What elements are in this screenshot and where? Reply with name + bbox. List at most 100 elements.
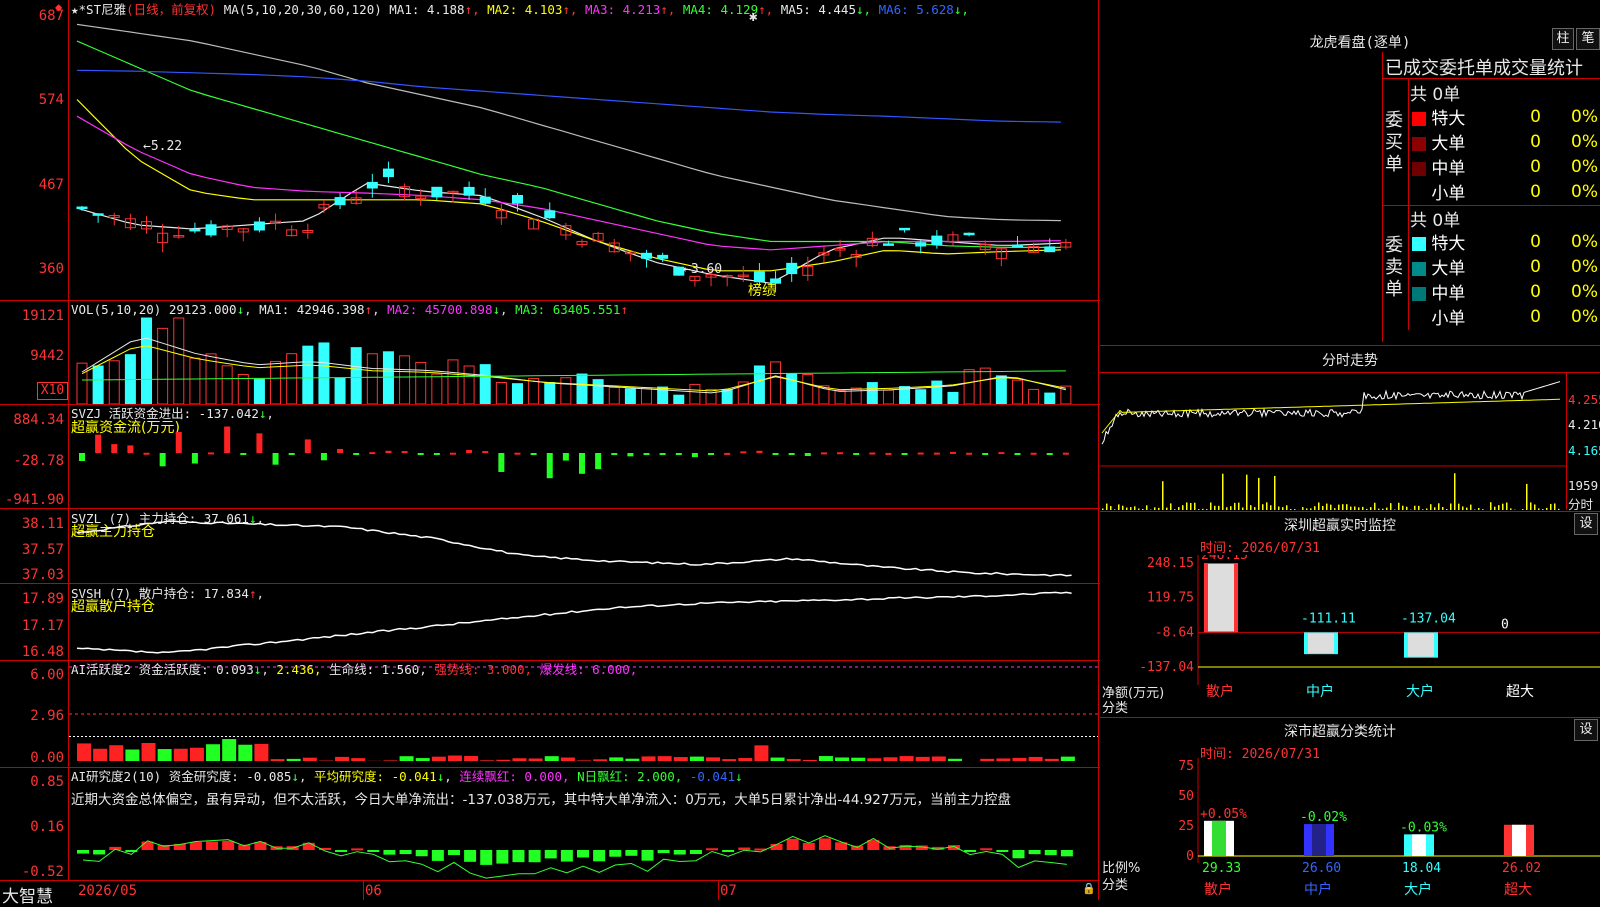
intraday-vol-bar (1314, 506, 1316, 510)
x-tick-1 (363, 880, 364, 900)
yj-a5: ↓ (735, 769, 743, 784)
flow-bar (1047, 453, 1053, 455)
flow-bar (756, 451, 762, 453)
volume-bar (996, 376, 1006, 404)
monitor-value-label: -111.11 (1301, 611, 1356, 626)
buy-row-0: 特大00% (1410, 104, 1600, 129)
intraday-title: 分时走势 (1250, 350, 1450, 370)
flow-bar (337, 449, 343, 453)
research-bar (803, 843, 815, 850)
flow-bar (482, 451, 488, 453)
intraday-vol-bar (1202, 509, 1204, 510)
class-category-label: 大户 (1404, 881, 1432, 898)
flow-bar (95, 435, 101, 453)
lock-icon[interactable]: 🔒 (1082, 882, 1096, 895)
intraday-vol-bar (1166, 508, 1168, 510)
intraday-vol-bar (1110, 506, 1112, 510)
research-bar (335, 850, 347, 852)
intraday-vol-bar (1442, 507, 1444, 510)
research-bar (416, 850, 428, 856)
main-holding-line (77, 521, 1072, 576)
class-bar-inner (1412, 834, 1426, 856)
order-size-label: 大单 (1426, 134, 1465, 154)
activity-bar (803, 760, 817, 761)
class-pct-label: 26.02 (1502, 861, 1541, 876)
monitor-top-divider (1100, 511, 1600, 512)
sell-row-3: 小单00% (1410, 304, 1600, 329)
activity-bar (416, 758, 430, 761)
intraday-vol-bar (1370, 507, 1372, 510)
intraday-vol-bar (1286, 505, 1288, 510)
volume-bar (932, 381, 942, 404)
monitor-value-label: -137.04 (1401, 611, 1456, 626)
intraday-vol-bar (1390, 503, 1392, 510)
ma-line-1 (77, 183, 1061, 283)
vol-scale-badge[interactable]: X10 (37, 382, 68, 400)
intraday-vol-bar (1138, 509, 1140, 510)
flow-bar (644, 453, 650, 455)
retail-holding-chart[interactable] (69, 584, 1098, 660)
tab-stroke[interactable]: 笔 (1576, 28, 1600, 50)
order-size-label: 大单 (1426, 259, 1465, 279)
volume-bar (464, 366, 474, 404)
legend-swatch (1412, 112, 1426, 126)
volume-bar (625, 389, 635, 404)
intraday-chart[interactable] (1100, 373, 1566, 510)
vol-header: VOL(5,10,20) 29123.000↓, MA1: 42946.398↑… (71, 302, 628, 317)
flow-bar (434, 453, 440, 455)
sz-monitor-chart[interactable]: 248.15119.75-8.64-137.04248.15散户-111.11中… (1100, 555, 1600, 715)
candle-body (190, 229, 200, 231)
volume-bar (287, 354, 297, 404)
intraday-vol-bar (1414, 506, 1416, 510)
intraday-vol-bar (1106, 504, 1108, 510)
main-holding-chart[interactable] (69, 509, 1098, 583)
flow-bar (966, 453, 972, 455)
research-bar (512, 850, 524, 862)
sz-monitor-settings-button[interactable]: 设 (1574, 513, 1598, 535)
intraday-vol-bar (1238, 503, 1240, 510)
monitor-axis-label: 119.75 (1147, 591, 1194, 606)
sz-class-settings-button[interactable]: 设 (1574, 719, 1598, 741)
divider-kline (0, 300, 1100, 301)
volume-bar (980, 368, 990, 404)
activity-bar (996, 758, 1010, 761)
low-price-mark: ←3.60 (683, 262, 722, 277)
tab-bar[interactable]: 柱 (1552, 28, 1574, 50)
intraday-vol-bar (1446, 509, 1448, 510)
kline-chart[interactable] (69, 16, 1098, 300)
mode-label[interactable]: (日线，前复权) (126, 2, 216, 17)
intraday-vol-bar (1422, 509, 1424, 510)
ai-activity-chart[interactable] (69, 661, 1098, 767)
volume-bar (432, 374, 442, 404)
stock-name[interactable]: ★*ST尼雅 (71, 2, 126, 17)
volume-bar (496, 382, 506, 404)
volume-bar (593, 380, 603, 404)
x-axis-label-0: 2026/05 (78, 883, 137, 899)
sz-class-chart[interactable]: 7550250+0.05%29.33散户-0.02%26.60中户-0.03%1… (1100, 758, 1600, 900)
intraday-vol-bar (1262, 504, 1264, 510)
intraday-vol-bar (1418, 506, 1420, 510)
intraday-vol-bar (1242, 507, 1244, 510)
research-bar (577, 850, 589, 857)
order-pct: 0% (1543, 304, 1600, 329)
volume-bar (303, 346, 313, 404)
ai-research-chart[interactable] (69, 806, 1098, 880)
order-count: 0 (1516, 154, 1543, 179)
activity-bar (851, 758, 865, 761)
volume-bar (706, 389, 716, 404)
volume-chart[interactable] (69, 316, 1098, 404)
app-logo[interactable]: 大智慧 (2, 882, 53, 907)
flow-bar (789, 453, 795, 455)
activity-bar (1012, 758, 1026, 761)
candle-body (464, 187, 474, 195)
activity-bar (980, 759, 994, 761)
intraday-vol-bar (1386, 508, 1388, 510)
candle-body (932, 236, 942, 245)
volume-bar (609, 387, 619, 404)
capital-flow-chart[interactable] (69, 405, 1098, 508)
event-tag[interactable]: 榜绩 (748, 280, 776, 300)
intraday-vol-bar (1206, 509, 1208, 510)
legend-swatch (1412, 162, 1426, 176)
flow-bar (208, 452, 214, 454)
legend-swatch (1412, 287, 1426, 301)
